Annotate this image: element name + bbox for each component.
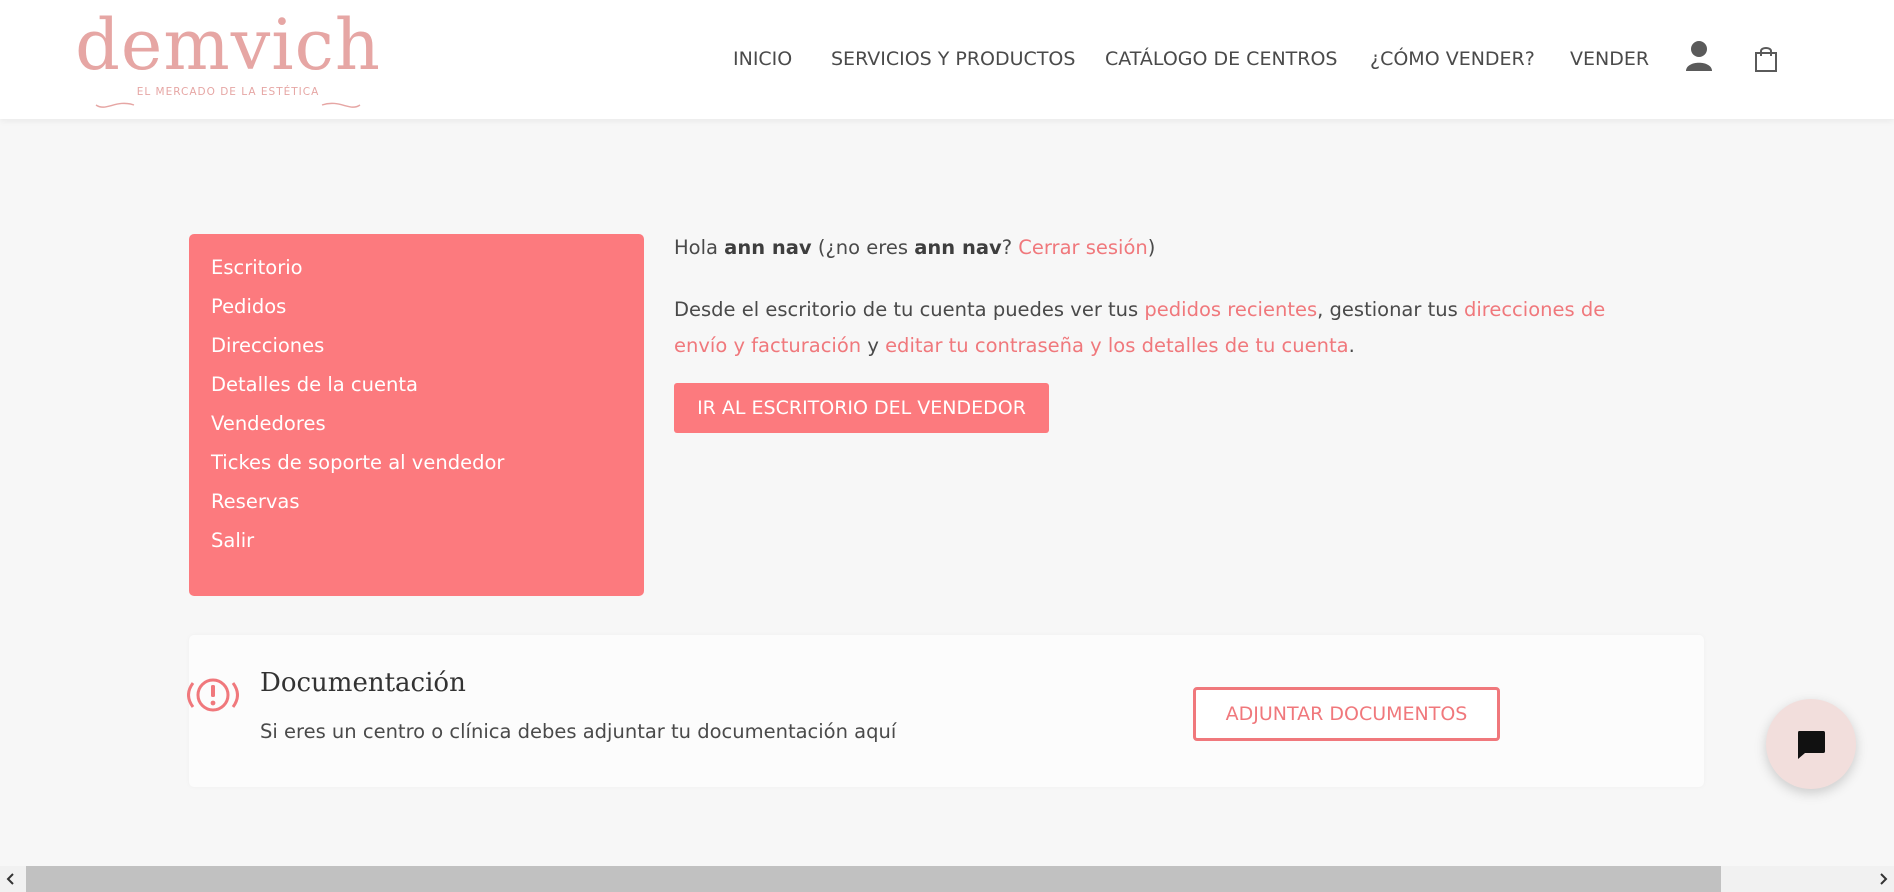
- edit-account-link[interactable]: editar tu contraseña y los detalles de t…: [885, 334, 1349, 357]
- nav-como-vender[interactable]: ¿CÓMO VENDER?: [1370, 48, 1535, 70]
- nav-servicios-productos[interactable]: SERVICIOS Y PRODUCTOS: [831, 48, 1075, 70]
- chat-icon: [1798, 731, 1825, 759]
- sidebar-item-tickets-soporte[interactable]: Tickes de soporte al vendedor: [211, 451, 504, 474]
- logout-link[interactable]: Cerrar sesión: [1018, 236, 1148, 259]
- greeting-text: Hola ann nav (¿no eres ann nav? Cerrar s…: [674, 236, 1155, 259]
- documentation-text: Si eres un centro o clínica debes adjunt…: [260, 720, 897, 743]
- scroll-right-icon[interactable]: [1874, 870, 1892, 888]
- user-name-2: ann nav: [914, 236, 1002, 259]
- sidebar-item-salir[interactable]: Salir: [211, 529, 254, 552]
- desc-part-1: Desde el escritorio de tu cuenta puedes …: [674, 298, 1145, 321]
- user-name: ann nav: [724, 236, 812, 259]
- nav-vender[interactable]: VENDER: [1570, 48, 1649, 70]
- brand-logo[interactable]: demvich EL MERCADO DE LA ESTÉTICA: [68, 4, 388, 108]
- site-header: demvich EL MERCADO DE LA ESTÉTICA INICIO…: [0, 0, 1894, 119]
- scrollbar-thumb[interactable]: [26, 866, 1721, 892]
- dashboard-description: Desde el escritorio de tu cuenta puedes …: [674, 292, 1624, 364]
- attach-documents-button[interactable]: ADJUNTAR DOCUMENTOS: [1193, 687, 1500, 741]
- account-sidebar: Escritorio Pedidos Direcciones Detalles …: [189, 234, 644, 596]
- alert-icon: [187, 675, 239, 719]
- greeting-mid: (¿no eres: [811, 236, 915, 259]
- sidebar-item-direcciones[interactable]: Direcciones: [211, 334, 324, 357]
- recent-orders-link[interactable]: pedidos recientes: [1144, 298, 1317, 321]
- brand-logo-wordmark: demvich: [75, 4, 381, 86]
- vendor-dashboard-button[interactable]: IR AL ESCRITORIO DEL VENDEDOR: [674, 383, 1049, 433]
- desc-part-3: y: [861, 334, 886, 357]
- user-icon[interactable]: [1685, 40, 1713, 76]
- sidebar-item-escritorio[interactable]: Escritorio: [211, 256, 303, 279]
- sidebar-item-reservas[interactable]: Reservas: [211, 490, 300, 513]
- horizontal-scrollbar[interactable]: [0, 866, 1894, 892]
- sidebar-item-pedidos[interactable]: Pedidos: [211, 295, 286, 318]
- greeting-prefix: Hola: [674, 236, 725, 259]
- sidebar-item-vendedores[interactable]: Vendedores: [211, 412, 326, 435]
- documentation-card: Documentación Si eres un centro o clínic…: [187, 635, 1704, 787]
- shopping-bag-icon[interactable]: [1754, 45, 1778, 77]
- sidebar-item-detalles-cuenta[interactable]: Detalles de la cuenta: [211, 373, 418, 396]
- chat-button[interactable]: [1766, 699, 1856, 789]
- nav-inicio[interactable]: INICIO: [733, 48, 792, 70]
- documentation-title: Documentación: [260, 668, 466, 698]
- desc-part-2: , gestionar tus: [1317, 298, 1464, 321]
- desc-part-4: .: [1348, 334, 1355, 357]
- greeting-end: ): [1147, 236, 1156, 259]
- scroll-left-icon[interactable]: [2, 870, 20, 888]
- logo-swash-decoration: [95, 102, 361, 108]
- greeting-q: ?: [1001, 236, 1013, 259]
- nav-catalogo-centros[interactable]: CATÁLOGO DE CENTROS: [1105, 48, 1337, 70]
